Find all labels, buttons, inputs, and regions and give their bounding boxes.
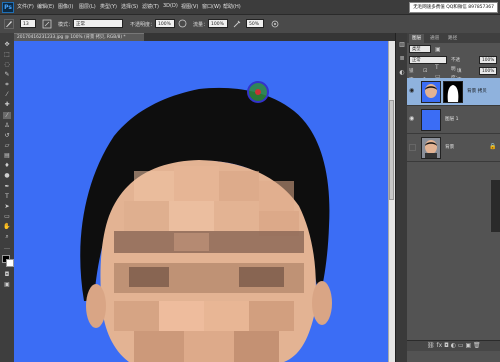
layer-thumbnail [421,109,441,131]
menu-edit[interactable]: 编辑(E) [37,3,54,10]
mode-select[interactable]: 正常 [73,19,123,28]
menu-window[interactable]: 窗口(W) [202,3,221,10]
quick-mask-icon[interactable]: ◘ [3,271,11,278]
layer-mask-thumbnail[interactable] [443,81,463,103]
path-select-tool-icon[interactable]: ➤ [3,203,11,210]
adjustments-panel-icon[interactable]: ◐ [398,69,406,76]
layer-name: 图层 1 [445,117,459,122]
shape-tool-icon[interactable]: ▭ [3,213,11,220]
tab-channels[interactable]: 通道 [427,34,442,43]
quick-select-tool-icon[interactable]: ✎ [3,71,11,78]
brush-preset-icon[interactable] [4,19,14,29]
pen-tool-icon[interactable]: ✒ [3,183,11,190]
gradient-tool-icon[interactable]: ▤ [3,152,11,159]
properties-panel-icon[interactable]: ≣ [398,55,406,62]
visibility-eye-icon[interactable]: ◉ [409,115,416,122]
history-panel-icon[interactable]: ▥ [398,41,406,48]
smoothing-field[interactable]: 50% [246,19,264,28]
photoshop-logo: Ps [2,2,14,13]
more-tools-icon[interactable]: … [3,244,11,251]
notice-banner: 无毛网速多费值 QQ和微信 897857367 [409,2,498,13]
flow-label: 流量： [193,22,209,28]
mode-label: 模式： [58,22,74,28]
eraser-tool-icon[interactable]: ▱ [3,142,11,149]
blend-mode-select[interactable]: 正常 [409,56,447,64]
airbrush-icon[interactable] [232,19,242,29]
layer-actions-icons[interactable]: ⛓ fx ◘ ◐ ▭ ▣ 🗑 [427,342,481,349]
zoom-tool-icon[interactable]: ⌕ [3,233,11,240]
menu-help[interactable]: 帮助(H) [223,3,241,10]
move-tool-icon[interactable]: ✥ [3,41,11,48]
menu-file[interactable]: 文件(F) [17,3,34,10]
menu-select[interactable]: 选择(S) [121,3,138,10]
healing-tool-icon[interactable]: ✚ [3,101,11,108]
lasso-tool-icon[interactable]: ◌ [3,61,11,68]
menu-filter[interactable]: 滤镜(T) [142,3,159,10]
dodge-tool-icon[interactable]: ● [3,172,11,179]
hand-tool-icon[interactable]: ✋ [3,223,11,230]
fill-field[interactable]: 100% [479,67,497,75]
type-tool-icon[interactable]: T [3,193,11,200]
portrait-image [14,41,388,362]
panel-tabs: 图层 通道 路径 [407,33,500,43]
layer-thumbnail [421,81,441,103]
brush-tool-icon[interactable]: ⁄ [3,112,11,119]
layer-name: 背景 拷贝 [467,89,487,94]
options-bar: 13 模式： 正常 不透明度： 100% 流量： 100% 50% [0,15,500,34]
screen-mode-icon[interactable]: ▣ [3,281,11,288]
menu-layer[interactable]: 图层(L) [79,3,96,10]
tab-paths[interactable]: 路径 [445,34,460,43]
marquee-tool-icon[interactable]: ⬚ [3,51,11,58]
menu-bar: Ps 文件(F) 编辑(E) 图像(I) 图层(L) 类型(Y) 选择(S) 滤… [0,0,500,15]
opacity-label: 不透明度： [130,22,156,28]
brush-panel-icon[interactable] [42,19,52,29]
layer-opacity-field[interactable]: 100% [479,56,497,64]
menu-3d[interactable]: 3D(D) [163,3,178,9]
menu-view[interactable]: 视图(V) [181,3,198,10]
layers-panel-footer: ⛓ fx ◘ ◐ ▭ ▣ 🗑 [407,340,500,351]
crop-tool-icon[interactable]: ⌗ [3,81,11,88]
eyedropper-tool-icon[interactable]: ⁄ [3,91,11,98]
pressure-size-icon[interactable] [270,19,280,29]
background-color-swatch[interactable] [6,259,14,267]
layer-name: 背景 [445,145,455,150]
lock-icon: 🔒 [489,143,497,150]
visibility-toggle-empty[interactable] [409,144,416,151]
clone-stamp-tool-icon[interactable]: ♙ [3,122,11,129]
layer-row-background[interactable]: 背景 🔒 [407,134,500,162]
opacity-field[interactable]: 100% [155,19,175,28]
layer-thumbnail [421,137,441,159]
layer-row-background-copy[interactable]: ◉ 背景 拷贝 [407,78,500,106]
side-handle[interactable] [490,180,500,232]
image-canvas[interactable] [14,41,388,362]
menu-type[interactable]: 类型(Y) [100,3,117,10]
brush-size-field[interactable]: 13 [20,19,36,28]
layer-row-layer-1[interactable]: ◉ 图层 1 [407,106,500,134]
menu-image[interactable]: 图像(I) [58,3,73,10]
blur-tool-icon[interactable]: ♦ [3,162,11,169]
visibility-eye-icon[interactable]: ◉ [409,87,416,94]
document-tab[interactable]: 20170416231233.jpg @ 100% (背景 拷贝, RGB/8)… [14,33,144,41]
toolbox: ✥ ⬚ ◌ ✎ ⌗ ⁄ ✚ ⁄ ♙ ↺ ▱ ▤ ♦ ● ✒ T ➤ ▭ ✋ ⌕ … [0,33,15,362]
tab-layers[interactable]: 图层 [409,34,425,43]
flow-field[interactable]: 100% [208,19,228,28]
pressure-opacity-icon[interactable] [178,19,188,29]
history-brush-tool-icon[interactable]: ↺ [3,132,11,139]
scrollbar-thumb[interactable] [389,100,394,200]
layer-kind-filter[interactable]: 类型 [409,45,431,53]
